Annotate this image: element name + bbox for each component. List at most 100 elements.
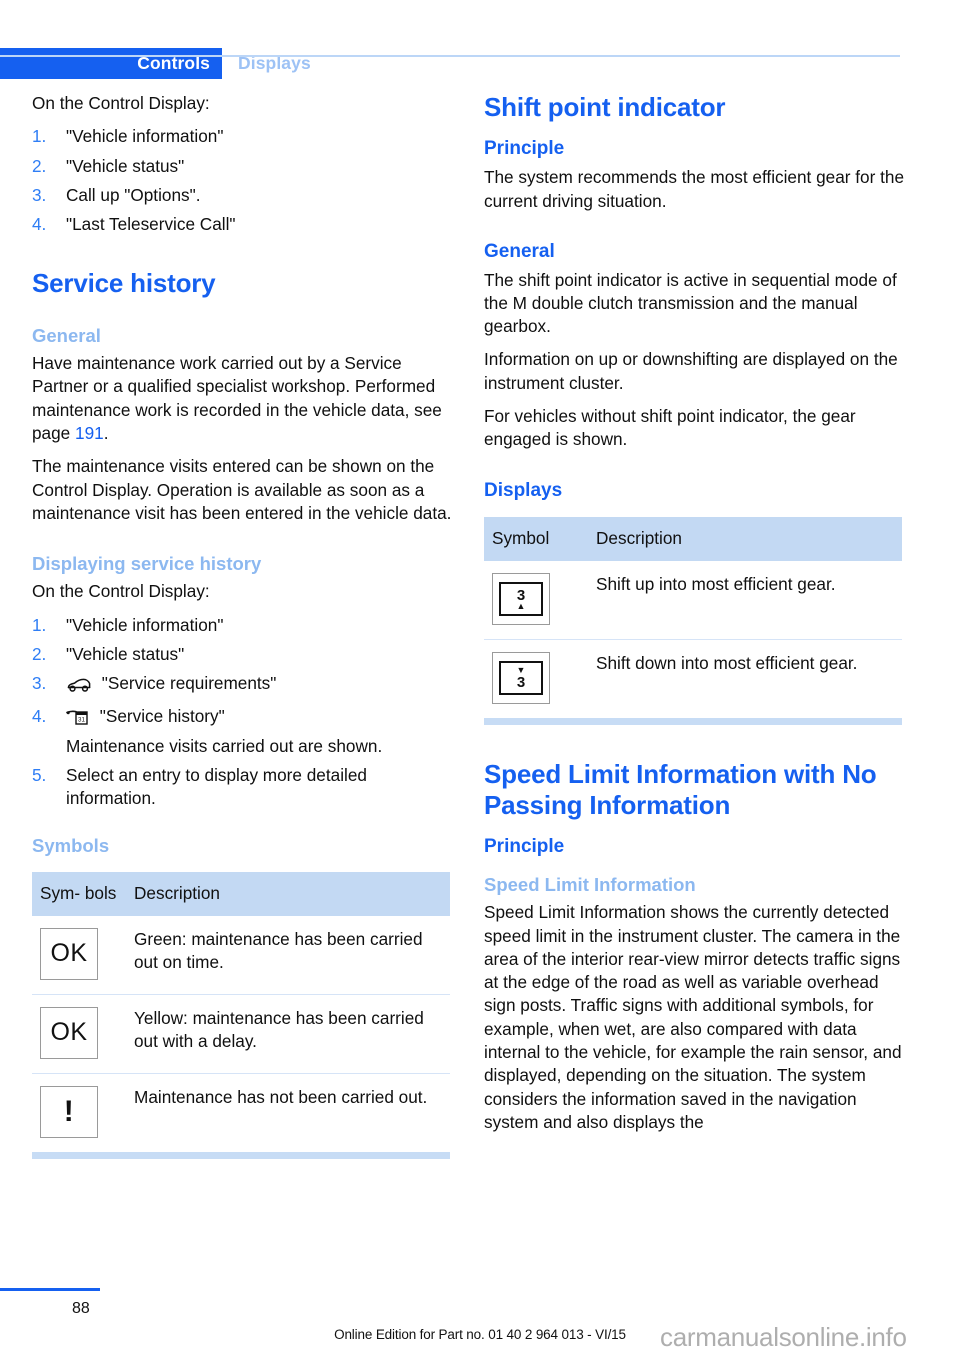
list-item: 4. 31 "Service history" Maintenance visi… xyxy=(32,705,452,759)
footer-divider-rule xyxy=(0,1288,100,1291)
step-number: 4. xyxy=(32,214,47,235)
header-divider-rule xyxy=(0,55,900,57)
gear-indicator-frame: ▼ 3 xyxy=(499,661,543,696)
table-header-row: Symbol Description xyxy=(484,517,902,562)
subheading-displaying-service-history: Displaying service history xyxy=(32,553,262,575)
left-column: On the Control Display: 1. "Vehicle info… xyxy=(32,92,452,1159)
car-silhouette-icon xyxy=(66,675,92,698)
step-number: 1. xyxy=(32,126,47,147)
step-text: "Service history" xyxy=(99,705,225,726)
symbol-cell: OK xyxy=(32,993,126,1074)
watermark-text: carmanualsonline.info xyxy=(660,1322,907,1352)
subheading-general: General xyxy=(484,240,555,262)
step-subtext: Maintenance visits carried out are shown… xyxy=(66,735,383,756)
section-heading-shift-point-indicator: Shift point indicator xyxy=(484,92,726,122)
step-number: 2. xyxy=(32,643,47,664)
tab-displays[interactable]: Displays xyxy=(238,48,311,79)
list-item: 3. Call up "Options". xyxy=(32,184,452,207)
description-cell: Maintenance has not been carried out. xyxy=(126,1072,450,1152)
section-heading-service-history: Service history xyxy=(32,268,216,299)
column-header-symbol: Symbol xyxy=(484,517,588,562)
step-number: 5. xyxy=(32,765,47,786)
step-text: "Vehicle status" xyxy=(66,643,185,664)
displays-table-end-bar xyxy=(484,718,902,726)
symbols-table: Sym- bols Description OK Green: maintena… xyxy=(32,871,450,1152)
table-body: 3 ▲ Shift up into most efficient gear. ▼… xyxy=(484,561,902,719)
page-reference-link[interactable]: 191 xyxy=(75,423,104,443)
subheading-symbols: Symbols xyxy=(32,834,110,856)
table-row: OK Green: maintenance has been carried o… xyxy=(32,916,450,995)
list-item: 1. "Vehicle information" xyxy=(32,614,452,637)
subheading-speed-limit-information: Speed Limit Information xyxy=(484,874,696,896)
intro-steps-list: 1. "Vehicle information" 2. "Vehicle sta… xyxy=(32,125,452,236)
step-text: "Vehicle information" xyxy=(66,126,224,147)
symbol-cell: ! xyxy=(32,1072,126,1152)
ok-box-green-icon: OK xyxy=(40,927,98,980)
step-number: 2. xyxy=(32,155,47,176)
service-calendar-icon: 31 xyxy=(66,708,90,731)
list-item: 2. "Vehicle status" xyxy=(32,155,452,178)
column-header-description: Description xyxy=(588,517,902,562)
speed-limit-paragraph: Speed Limit Information shows the curren… xyxy=(484,902,902,1132)
displaying-steps-list: 1. "Vehicle information" 2. "Vehicle sta… xyxy=(32,614,452,811)
step-text: "Vehicle status" xyxy=(66,155,185,176)
description-cell: Green: maintenance has been carried out … xyxy=(134,928,423,973)
step-number: 3. xyxy=(32,184,47,205)
displaying-lead-text: On the Control Display: xyxy=(32,581,210,602)
list-item: 2. "Vehicle status" xyxy=(32,643,452,666)
section-heading-speed-limit-information: Speed Limit Information with No Passing … xyxy=(484,759,877,820)
description-cell: Yellow: maintenance has been carried out… xyxy=(126,993,450,1074)
symbol-cell: OK xyxy=(32,916,126,995)
intro-lead-text: On the Control Display: xyxy=(32,93,210,113)
step-number: 1. xyxy=(32,614,47,635)
symbol-cell: ▼ 3 xyxy=(484,639,588,719)
step-text: "Last Teleservice Call" xyxy=(66,214,236,235)
list-item: 4. "Last Teleservice Call" xyxy=(32,213,452,236)
step-text: "Vehicle information" xyxy=(66,614,224,635)
svg-text:31: 31 xyxy=(78,716,85,723)
subheading-displays: Displays xyxy=(484,479,563,501)
table-row: ▼ 3 Shift down into most efficient gear. xyxy=(484,639,902,719)
subheading-principle-2: Principle xyxy=(484,836,565,858)
shift-down-gear-3-icon: ▼ 3 xyxy=(492,652,550,705)
table-row: OK Yellow: maintenance has been carried … xyxy=(32,993,450,1074)
general-p1-part-b: . xyxy=(103,422,109,443)
list-item: 5. Select an entry to display more detai… xyxy=(32,764,452,811)
table-header-row: Sym- bols Description xyxy=(32,871,450,916)
exclamation-box-icon: ! xyxy=(40,1085,98,1138)
list-item: 3. "Service requirements" xyxy=(32,672,452,698)
subheading-general: General xyxy=(32,324,101,346)
general-paragraph-1: Have maintenance work carried out by a S… xyxy=(32,352,452,445)
subheading-principle: Principle xyxy=(484,138,565,160)
displays-table: Symbol Description 3 ▲ Shift up into mos… xyxy=(484,517,902,719)
gear-indicator-frame: 3 ▲ xyxy=(499,582,543,617)
step-number: 4. xyxy=(32,705,47,726)
list-item: 1. "Vehicle information" xyxy=(32,125,452,148)
general-paragraph-2: Information on up or downshifting are di… xyxy=(484,349,898,393)
right-column: Shift point indicator Principle The syst… xyxy=(484,92,904,1134)
table-header: Symbol Description xyxy=(484,517,902,562)
gear-number: 3 xyxy=(516,673,526,691)
general-paragraph-2: The maintenance visits entered can be sh… xyxy=(32,456,452,523)
tab-controls[interactable]: Controls xyxy=(0,48,222,79)
table-header: Sym- bols Description xyxy=(32,871,450,916)
table-row: ! Maintenance has not been carried out. xyxy=(32,1072,450,1152)
table-row: 3 ▲ Shift up into most efficient gear. xyxy=(484,561,902,640)
symbol-cell: 3 ▲ xyxy=(484,561,588,640)
up-arrow-icon: ▲ xyxy=(516,601,526,612)
step-number: 3. xyxy=(32,673,47,694)
symbols-table-end-bar xyxy=(32,1151,450,1159)
step-text: Select an entry to display more detailed… xyxy=(66,765,367,809)
page-number: 88 xyxy=(72,1300,90,1317)
column-header-symbols: Sym- bols xyxy=(32,871,126,916)
shift-up-gear-3-icon: 3 ▲ xyxy=(492,573,550,626)
